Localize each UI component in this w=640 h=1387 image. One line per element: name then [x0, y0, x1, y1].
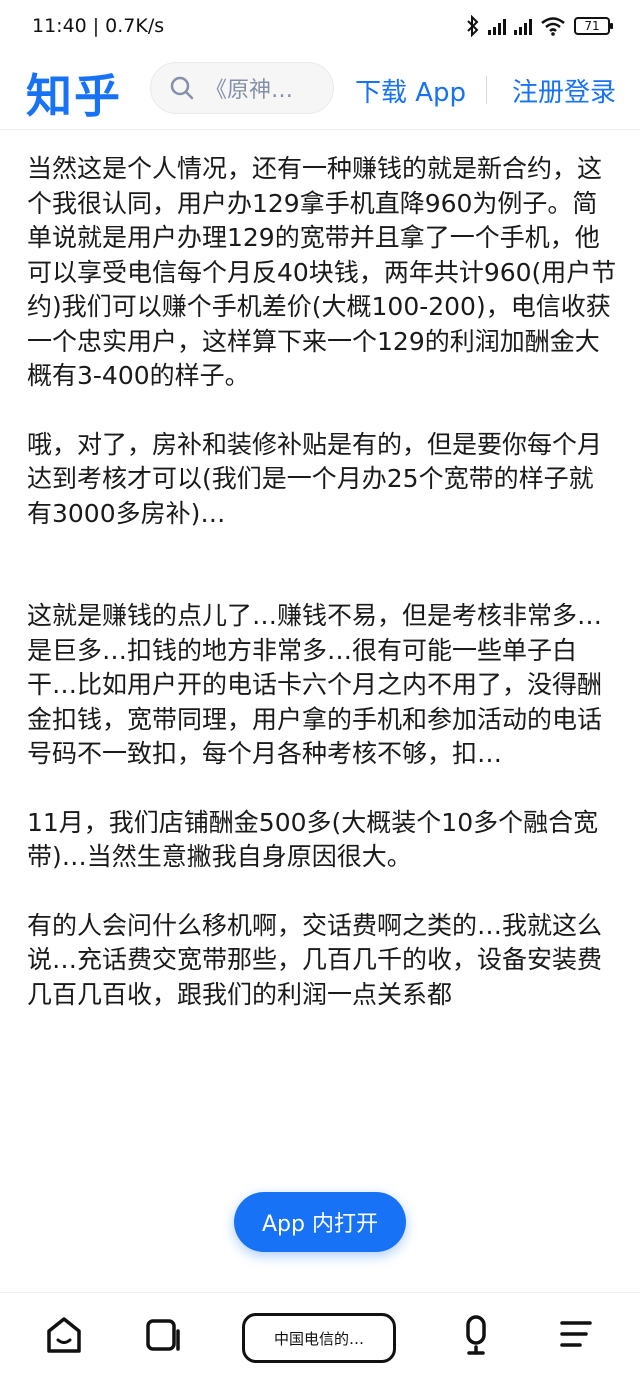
article-paragraph: 11月，我们店铺酬金500多(大概装个10多个融合宽带)…当然生意撇我自身原因很… — [27, 807, 599, 872]
status-speed: 0.7K/s — [105, 15, 165, 37]
battery-icon: 71 — [574, 17, 613, 35]
article-paragraph: 当然这是个人情况，还有一种赚钱的就是新合约，这个我很认同，用户办129拿手机直降… — [27, 154, 617, 390]
status-bar: 11:40 | 0.7K/s 71 — [0, 0, 640, 52]
search-icon — [170, 76, 194, 100]
status-separator: | — [92, 15, 100, 37]
app-header: 知乎 《原神… 下载 App 注册登录 — [0, 52, 640, 130]
signal-icon-2 — [514, 17, 532, 35]
zhihu-logo[interactable]: 知乎 — [26, 60, 122, 126]
wifi-icon — [541, 17, 565, 36]
menu-icon[interactable] — [556, 1313, 596, 1357]
status-left: 11:40 | 0.7K/s — [32, 15, 164, 37]
tabs-icon[interactable] — [144, 1313, 184, 1357]
register-login-button[interactable]: 注册登录 — [512, 72, 616, 109]
article-content: 当然这是个人情况，还有一种赚钱的就是新合约，这个我很认同，用户办129拿手机直降… — [27, 152, 617, 1046]
article-paragraph: 有的人会问什么移机啊，交话费啊之类的…我就这么说…充话费交宽带那些，几百几千的收… — [27, 910, 603, 1009]
header-divider — [486, 76, 487, 104]
address-label: 中国电信的… — [273, 1329, 364, 1348]
bluetooth-icon — [467, 15, 479, 37]
open-in-app-button[interactable]: App 内打开 — [234, 1192, 406, 1252]
home-icon[interactable] — [44, 1313, 84, 1357]
status-time: 11:40 — [32, 15, 87, 37]
search-placeholder: 《原神… — [205, 78, 294, 103]
address-bar[interactable]: 中国电信的… — [242, 1313, 396, 1363]
article-paragraph: 哦，对了，房补和装修补贴是有的，但是要你每个月达到考核才可以(我们是一个月办25… — [27, 429, 603, 528]
content-fade — [0, 1250, 640, 1292]
article-paragraph: 这就是赚钱的点儿了…赚钱不易，但是考核非常多…是巨多…扣钱的地方非常多…很有可能… — [27, 601, 603, 768]
battery-level: 71 — [584, 19, 600, 33]
status-right: 71 — [466, 15, 613, 37]
browser-bottom-bar: 中国电信的… — [0, 1292, 640, 1387]
microphone-icon[interactable] — [458, 1313, 494, 1357]
signal-icon — [488, 17, 506, 35]
search-input[interactable]: 《原神… — [150, 62, 334, 114]
download-app-button[interactable]: 下载 App — [355, 72, 466, 109]
